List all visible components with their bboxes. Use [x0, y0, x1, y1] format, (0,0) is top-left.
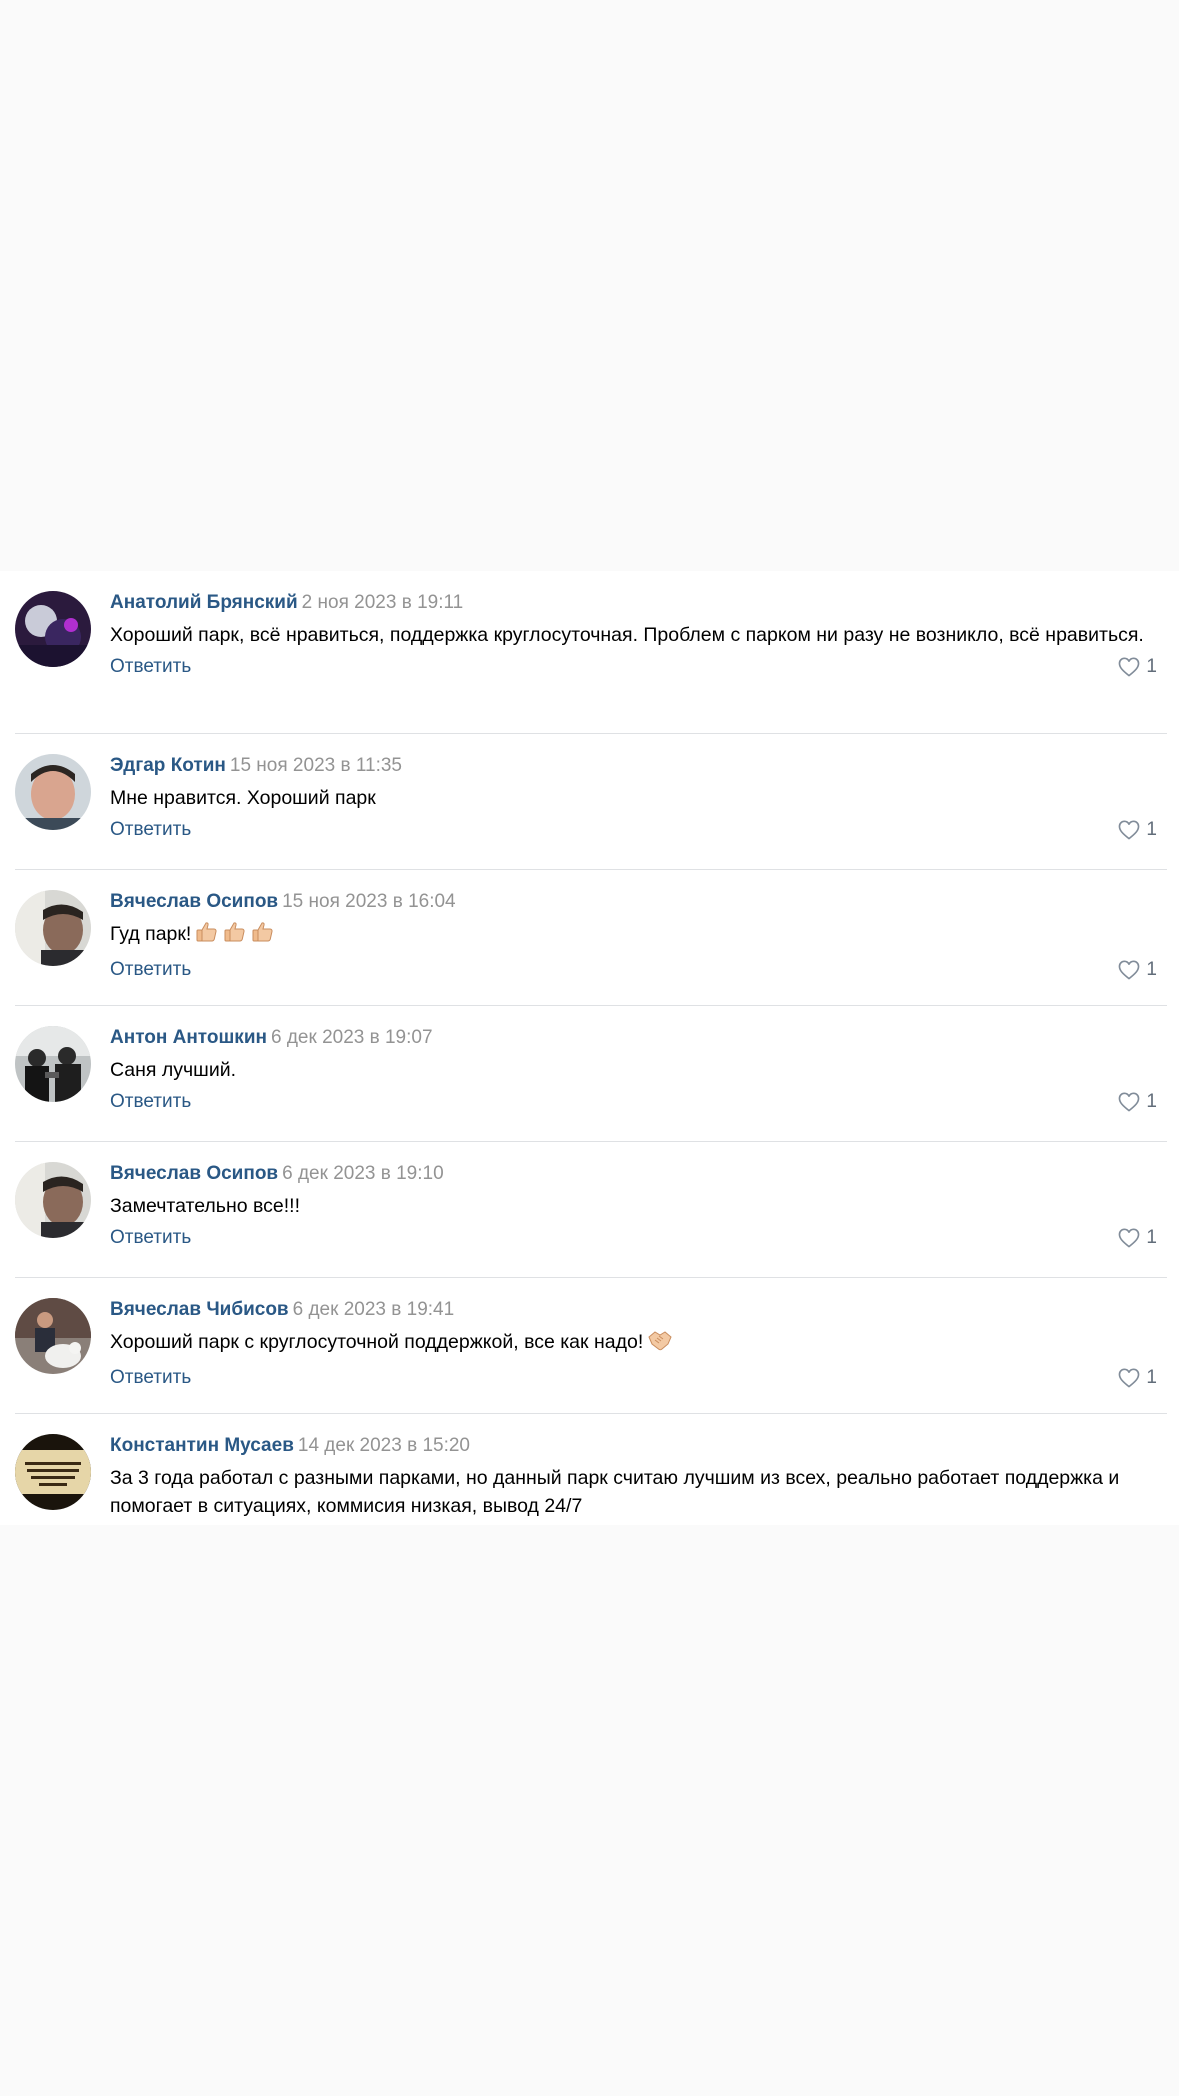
heart-outline-icon: [1118, 820, 1140, 840]
heart-outline-icon: [1118, 1092, 1140, 1112]
avatar[interactable]: [15, 1162, 91, 1238]
comment-item: Вячеслав Чибисов 6 дек 2023 в 19:41 Хорош…: [15, 1278, 1167, 1414]
thumbs-up-icon: [251, 920, 275, 952]
comment-date[interactable]: 15 ноя 2023 в 16:04: [282, 891, 456, 912]
reply-button[interactable]: Ответить: [110, 1091, 191, 1112]
comment-date[interactable]: 15 ноя 2023 в 11:35: [230, 755, 402, 776]
comment-item: Вячеслав Осипов 6 дек 2023 в 19:10 Замечт…: [15, 1142, 1167, 1278]
heart-outline-icon: [1118, 657, 1140, 677]
author-name[interactable]: Константин Мусаев: [110, 1435, 294, 1456]
reply-button[interactable]: Ответить: [110, 1227, 191, 1248]
thumbs-up-icon: [223, 920, 247, 952]
comment-item: Антон Антошкин 6 дек 2023 в 19:07 Саня лу…: [15, 1006, 1167, 1142]
comment-item: Константин Мусаев 14 дек 2023 в 15:20 За …: [15, 1414, 1167, 1525]
comment-text: Мне нравится. Хороший парк: [110, 787, 376, 809]
comment-date[interactable]: 6 дек 2023 в 19:07: [271, 1027, 433, 1048]
like-button[interactable]: 1: [1118, 1364, 1157, 1392]
reply-button[interactable]: Ответить: [110, 819, 191, 840]
avatar[interactable]: [15, 890, 91, 966]
avatar[interactable]: [15, 591, 91, 667]
like-count: 1: [1146, 1367, 1157, 1388]
comment-text: Гуд парк!: [110, 920, 1157, 952]
comment-text: Хороший парк с круглосуточной поддержкой…: [110, 1328, 1157, 1360]
like-button[interactable]: 1: [1118, 816, 1157, 844]
comments-list: Анатолий Брянский 2 ноя 2023 в 19:11 Хоро…: [0, 571, 1179, 1525]
author-name[interactable]: Вячеслав Осипов: [110, 891, 278, 912]
like-count: 1: [1146, 959, 1157, 980]
comment-text-body: Хороший парк с круглосуточной поддержкой…: [110, 1331, 644, 1353]
author-name[interactable]: Антон Антошкин: [110, 1027, 267, 1048]
like-count: 1: [1146, 656, 1157, 677]
heart-outline-icon: [1118, 1368, 1140, 1388]
comment-text-body: Гуд парк!: [110, 923, 192, 945]
comment-date[interactable]: 6 дек 2023 в 19:41: [293, 1299, 455, 1320]
heart-outline-icon: [1118, 960, 1140, 980]
comment-text: Саня лучший.: [110, 1059, 237, 1081]
avatar[interactable]: [15, 754, 91, 830]
reply-button[interactable]: Ответить: [110, 1367, 191, 1388]
author-name[interactable]: Эдгар Котин: [110, 755, 226, 776]
like-button[interactable]: 1: [1118, 956, 1157, 984]
thumbs-up-icon: [195, 920, 219, 952]
like-count: 1: [1146, 1091, 1157, 1112]
like-button[interactable]: 1: [1118, 1224, 1157, 1252]
comment-date[interactable]: 2 ноя 2023 в 19:11: [302, 592, 464, 613]
comment-date[interactable]: 6 дек 2023 в 19:10: [282, 1163, 444, 1184]
like-count: 1: [1146, 1227, 1157, 1248]
reply-button[interactable]: Ответить: [110, 656, 191, 677]
comment-item: Анатолий Брянский 2 ноя 2023 в 19:11 Хоро…: [15, 571, 1167, 734]
comment-text: Замечтательно все!!!: [110, 1195, 300, 1217]
reply-button[interactable]: Ответить: [110, 959, 191, 980]
comment-item: Вячеслав Осипов 15 ноя 2023 в 16:04 Гуд п…: [15, 870, 1167, 1006]
comment-item: Эдгар Котин 15 ноя 2023 в 11:35 Мне нрави…: [15, 734, 1167, 870]
heart-outline-icon: [1118, 1228, 1140, 1248]
like-button[interactable]: 1: [1118, 1088, 1157, 1116]
avatar[interactable]: [15, 1434, 91, 1510]
author-name[interactable]: Анатолий Брянский: [110, 592, 298, 613]
like-button[interactable]: 1: [1118, 653, 1157, 681]
comment-date[interactable]: 14 дек 2023 в 15:20: [298, 1435, 470, 1456]
avatar[interactable]: [15, 1298, 91, 1374]
avatar[interactable]: [15, 1026, 91, 1102]
like-count: 1: [1146, 819, 1157, 840]
comment-text: За 3 года работал с разными парками, но …: [110, 1467, 1120, 1517]
author-name[interactable]: Вячеслав Осипов: [110, 1163, 278, 1184]
author-name[interactable]: Вячеслав Чибисов: [110, 1299, 289, 1320]
comment-text: Хороший парк, всё нравиться, поддержка к…: [110, 624, 1144, 646]
handshake-icon: [647, 1328, 673, 1360]
